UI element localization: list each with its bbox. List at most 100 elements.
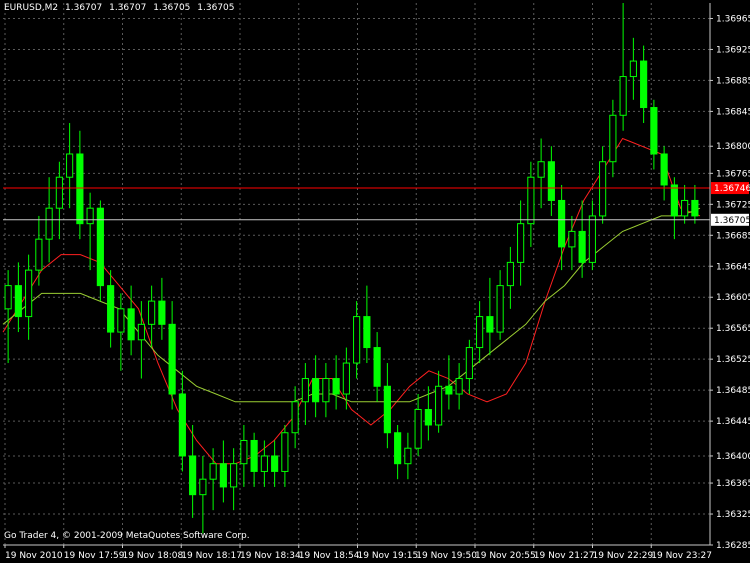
candle-body xyxy=(137,323,145,341)
axes: 1.369651.369251.368851.368451.368001.367… xyxy=(3,3,750,561)
y-tick-label: 1.36365 xyxy=(716,479,750,489)
candle-body xyxy=(445,385,453,395)
candle-body xyxy=(568,230,576,248)
symbol-label: EURUSD,M2 xyxy=(4,3,59,13)
candle-body xyxy=(517,223,525,263)
candle-body xyxy=(588,215,596,263)
candle-body xyxy=(45,207,53,240)
candle-body xyxy=(670,184,678,217)
y-tick-label: 1.36925 xyxy=(716,45,750,55)
y-tick-label: 1.36325 xyxy=(716,510,750,520)
x-tick-label: 19 Nov 18:08 xyxy=(123,551,184,561)
candle-body xyxy=(660,153,668,186)
x-tick-label: 19 Nov 19:50 xyxy=(416,551,477,561)
candle-body xyxy=(301,378,309,403)
candle-body xyxy=(342,362,350,395)
candle-body xyxy=(629,60,637,78)
candle-body xyxy=(219,463,227,488)
y-tick-label: 1.36885 xyxy=(716,76,750,86)
y-tick-label: 1.36565 xyxy=(716,324,750,334)
y-tick-label: 1.36725 xyxy=(716,200,750,210)
candle-body xyxy=(465,347,473,380)
candle-body xyxy=(281,432,289,472)
candle-body xyxy=(404,447,412,465)
candle-body xyxy=(394,432,402,465)
x-tick-label: 19 Nov 17:59 xyxy=(64,551,125,561)
candle-body xyxy=(322,378,330,403)
candle-body xyxy=(312,378,320,403)
candle-body xyxy=(199,478,207,496)
candle-body xyxy=(148,300,156,325)
bid-price-label: 1.36705 xyxy=(714,216,750,226)
x-tick-label: 19 Nov 23:27 xyxy=(651,551,712,561)
close-price: 1.36705 xyxy=(197,3,235,13)
ask-price-label: 1.36746 xyxy=(714,184,750,194)
candle-body xyxy=(332,378,340,395)
candle-body xyxy=(107,285,115,333)
candle-body xyxy=(527,176,535,225)
high-price: 1.36707 xyxy=(109,3,147,13)
candle-body xyxy=(14,285,22,318)
x-tick-label: 19 Nov 22:29 xyxy=(593,551,654,561)
candle-body xyxy=(435,385,443,426)
candle-body xyxy=(158,300,166,325)
copyright-text: Go Trader 4, © 2001-2009 MetaQuotes Soft… xyxy=(4,531,250,541)
symbol-header: EURUSD,M2 1.36707 1.36707 1.36705 1.3670… xyxy=(4,3,239,13)
candle-body xyxy=(271,455,279,472)
y-tick-label: 1.36765 xyxy=(716,169,750,179)
y-tick-label: 1.36685 xyxy=(716,231,750,241)
y-tick-label: 1.36485 xyxy=(716,386,750,396)
candle-body xyxy=(4,285,12,310)
candle-body xyxy=(476,316,484,349)
y-tick-label: 1.36965 xyxy=(716,14,750,24)
x-tick-label: 19 Nov 18:54 xyxy=(299,551,360,561)
candle-body xyxy=(66,153,74,178)
candle-body xyxy=(599,161,607,217)
x-tick-label: 19 Nov 18:17 xyxy=(181,551,242,561)
candle-body xyxy=(414,409,422,449)
candle-body xyxy=(291,401,299,434)
y-tick-label: 1.36800 xyxy=(716,142,750,152)
candle-body xyxy=(619,76,627,116)
candle-body xyxy=(558,199,566,248)
candle-body xyxy=(373,347,381,387)
x-tick-label: 19 Nov 2010 xyxy=(5,551,63,561)
candle-body xyxy=(127,308,135,341)
candle-body xyxy=(691,199,699,217)
candle-body xyxy=(353,316,361,364)
candles xyxy=(4,3,699,534)
candle-body xyxy=(609,114,617,163)
candle-body xyxy=(250,439,258,472)
candle-body xyxy=(496,285,504,333)
y-tick-label: 1.36400 xyxy=(716,452,750,462)
candle-body xyxy=(363,316,371,349)
y-tick-label: 1.36285 xyxy=(716,541,750,551)
y-tick-label: 1.36525 xyxy=(716,355,750,365)
candle-body xyxy=(455,378,463,395)
candle-body xyxy=(383,385,391,434)
candle-body xyxy=(117,308,125,333)
x-tick-label: 19 Nov 21:27 xyxy=(534,551,595,561)
candle-body xyxy=(230,463,238,488)
candle-body xyxy=(168,323,176,395)
y-tick-label: 1.36845 xyxy=(716,107,750,117)
candle-body xyxy=(178,393,186,457)
candle-body xyxy=(547,161,555,201)
candle-body xyxy=(240,439,248,465)
candle-body xyxy=(86,207,94,225)
candle-body xyxy=(209,463,217,480)
candle-body xyxy=(424,409,432,426)
candle-body xyxy=(537,161,545,178)
candle-body xyxy=(681,199,689,217)
x-tick-label: 19 Nov 19:15 xyxy=(358,551,419,561)
y-tick-label: 1.36645 xyxy=(716,262,750,272)
candle-body xyxy=(76,153,84,225)
candle-body xyxy=(25,269,33,318)
candle-body xyxy=(189,455,197,496)
x-tick-label: 19 Nov 18:34 xyxy=(240,551,301,561)
candle-body xyxy=(506,261,514,287)
y-tick-label: 1.36445 xyxy=(716,417,750,427)
candle-body xyxy=(640,60,648,109)
candle-body xyxy=(650,107,658,155)
price-chart[interactable]: 1.36746 1.36705 1.36965 1.36925 1.36885 1.36… xyxy=(0,0,750,563)
